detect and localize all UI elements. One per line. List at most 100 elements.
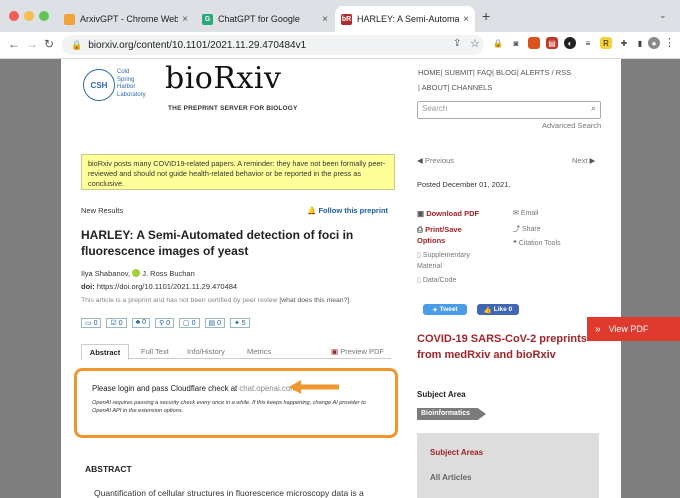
author-buchan[interactable]: J. Ross Buchan bbox=[142, 269, 195, 278]
thumbs-up-icon: 👍 bbox=[483, 306, 492, 314]
tab-metrics[interactable]: Metrics bbox=[247, 347, 271, 356]
subject-areas-heading: Subject Areas bbox=[430, 448, 484, 457]
tab-abstract[interactable]: Abstract bbox=[81, 344, 129, 360]
tweet-button[interactable]: ✦ Tweet bbox=[423, 304, 467, 315]
tab-arxivgpt[interactable]: ArxivGPT - Chrome Web Store × bbox=[58, 6, 194, 32]
facebook-like-button[interactable]: 👍 Like 0 bbox=[477, 304, 519, 315]
nav-home[interactable]: HOME bbox=[418, 68, 441, 77]
email-link[interactable]: ✉ Email bbox=[513, 209, 538, 217]
csh-text: Cold Spring Harbor Laboratory bbox=[117, 69, 146, 98]
tab-info-history[interactable]: Info/History bbox=[187, 347, 225, 356]
forward-arrow-icon[interactable]: → bbox=[26, 37, 38, 51]
envelope-icon: ✉ bbox=[513, 210, 519, 217]
what-does-this-mean-link[interactable]: [what does this mean?] bbox=[279, 297, 349, 304]
biorxiv-page: CSH Cold Spring Harbor Laboratory bioRxi… bbox=[61, 59, 621, 498]
tab-preview-pdf[interactable]: ▣ Preview PDF bbox=[331, 347, 384, 356]
nav-blog[interactable]: BLOG bbox=[496, 68, 517, 77]
comments-badge[interactable]: ▭ 0 bbox=[81, 318, 102, 328]
covid-notice: bioRxiv posts many COVID19-related paper… bbox=[81, 154, 395, 190]
bookmark-star-icon[interactable]: ☆ bbox=[470, 37, 480, 50]
subject-area-label: Subject Area bbox=[417, 390, 466, 399]
document-badge[interactable]: ▤ 0 bbox=[204, 318, 225, 328]
side-panel-icon[interactable]: ▮ bbox=[634, 37, 646, 49]
close-tab-icon[interactable]: × bbox=[463, 14, 469, 25]
share-page-icon[interactable]: ⇪ bbox=[453, 38, 461, 49]
twitter-badge[interactable]: ✦ 5 bbox=[229, 318, 250, 328]
highlight-arrow bbox=[289, 380, 339, 394]
follow-preprint-button[interactable]: 🔔 Follow this preprint bbox=[307, 206, 388, 215]
nav-about[interactable]: ABOUT bbox=[422, 83, 448, 92]
search-placeholder: Search bbox=[422, 104, 448, 113]
section-label: New Results bbox=[81, 206, 124, 215]
login-message: Please login and pass Cloudflare check a… bbox=[92, 384, 297, 393]
subject-tag-bioinformatics[interactable]: Bioinformatics bbox=[417, 408, 487, 420]
advanced-search-link[interactable]: Advanced Search bbox=[542, 121, 601, 130]
abstract-text: Quantification of cellular structures in… bbox=[94, 488, 364, 498]
download-pdf-link[interactable]: ▣ Download PDF bbox=[417, 209, 479, 218]
extension-pdf-icon[interactable]: ▤ bbox=[546, 37, 558, 49]
doi-link[interactable]: https://doi.org/10.1101/2021.11.29.47048… bbox=[97, 282, 237, 291]
previous-link[interactable]: ◀ Previous bbox=[417, 156, 454, 165]
extension-red-icon[interactable] bbox=[528, 37, 540, 49]
printer-icon: ⎙ bbox=[417, 225, 423, 234]
abstract-heading: ABSTRACT bbox=[85, 464, 132, 474]
reload-icon[interactable]: ↻ bbox=[44, 37, 54, 51]
supplementary-material-link[interactable]: ▯ Supplementary Material bbox=[417, 250, 487, 272]
biorxiv-icon: bR bbox=[341, 13, 352, 25]
extension-circle-icon[interactable]: ◐ bbox=[564, 37, 576, 49]
csh-logo-icon: CSH bbox=[83, 69, 115, 101]
tab-list-chevron-icon[interactable]: ⌄ bbox=[659, 10, 667, 21]
maximize-window-button[interactable] bbox=[39, 11, 49, 21]
covid-collection-link[interactable]: COVID-19 SARS-CoV-2 preprints from medRx… bbox=[417, 331, 587, 363]
browser-menu-icon[interactable]: ⋮ bbox=[664, 36, 675, 49]
chat-openai-link[interactable]: chat.openai.com bbox=[239, 384, 296, 393]
file-icon: ▯ bbox=[417, 252, 421, 259]
nav-faq[interactable]: FAQ bbox=[477, 68, 492, 77]
pdf-icon: ▣ bbox=[417, 209, 425, 218]
pdf-file-icon: ▣ bbox=[331, 347, 339, 356]
share-icon: ⤴ bbox=[513, 226, 520, 233]
twitter-bird-icon: ✦ bbox=[432, 306, 438, 314]
copy-badge[interactable]: ▢ 0 bbox=[179, 318, 200, 328]
close-window-button[interactable] bbox=[9, 11, 19, 21]
subject-areas-panel: Subject Areas All Articles bbox=[417, 433, 599, 498]
nav-channels[interactable]: CHANNELS bbox=[452, 83, 493, 92]
biorxiv-logo[interactable]: bioRxiv bbox=[165, 61, 281, 96]
extensions-puzzle-icon[interactable]: ✚ bbox=[618, 37, 630, 49]
citation-tools-link[interactable]: ❝ Citation Tools bbox=[513, 239, 561, 247]
extension-r-icon[interactable]: R bbox=[600, 37, 612, 49]
profile-avatar[interactable]: ● bbox=[648, 37, 660, 49]
share-badge[interactable]: ⚲ 0 bbox=[155, 318, 175, 328]
top-nav: HOME| SUBMIT| FAQ| BLOG| ALERTS / RSS | … bbox=[418, 68, 572, 92]
extension-lock-icon[interactable]: 🔒 bbox=[492, 37, 504, 49]
tab-chatgpt-for-google[interactable]: G ChatGPT for Google × bbox=[196, 6, 334, 32]
extension-camera-icon[interactable]: ◙ bbox=[510, 37, 522, 49]
minimize-window-button[interactable] bbox=[24, 11, 34, 21]
reviews-badge[interactable]: ☑ 0 bbox=[106, 318, 127, 328]
bell-icon: 🔔 bbox=[307, 206, 317, 215]
data-code-link[interactable]: ▯ Data/Code bbox=[417, 276, 456, 284]
arrow-right-circle-icon: ▶ bbox=[589, 156, 596, 165]
nav-alerts-rss[interactable]: ALERTS / RSS bbox=[520, 68, 571, 77]
search-icon[interactable]: ⌕ bbox=[591, 103, 596, 114]
orcid-icon[interactable] bbox=[132, 269, 141, 277]
print-save-options-link[interactable]: ⎙ Print/Save Options bbox=[417, 224, 487, 246]
close-tab-icon[interactable]: × bbox=[322, 14, 328, 25]
new-tab-button[interactable]: + bbox=[482, 8, 490, 24]
back-arrow-icon[interactable]: ← bbox=[8, 37, 20, 51]
share-link[interactable]: ⤴ Share bbox=[513, 224, 541, 234]
search-input[interactable]: Search ⌕ bbox=[417, 101, 601, 119]
view-pdf-button[interactable]: » View PDF bbox=[587, 317, 680, 341]
close-tab-icon[interactable]: × bbox=[182, 14, 188, 25]
author-shabanov[interactable]: Ilya Shabanov, bbox=[81, 269, 130, 278]
tagline: THE PREPRINT SERVER FOR BIOLOGY bbox=[168, 105, 298, 112]
next-link[interactable]: Next ▶ bbox=[572, 156, 595, 165]
nav-submit[interactable]: SUBMIT bbox=[445, 68, 473, 77]
community-badge[interactable]: ♣ 0 bbox=[131, 318, 151, 328]
address-bar[interactable]: 🔒 biorxiv.org/content/10.1101/2021.11.29… bbox=[62, 35, 484, 55]
tab-harley-active[interactable]: bR HARLEY: A Semi-Automated de × bbox=[335, 6, 475, 32]
all-articles-link[interactable]: All Articles bbox=[430, 473, 472, 482]
posted-date: Posted December 01, 2021. bbox=[417, 180, 511, 189]
extension-lines-icon[interactable]: ≡ bbox=[582, 37, 594, 49]
tab-full-text[interactable]: Full Text bbox=[141, 347, 169, 356]
